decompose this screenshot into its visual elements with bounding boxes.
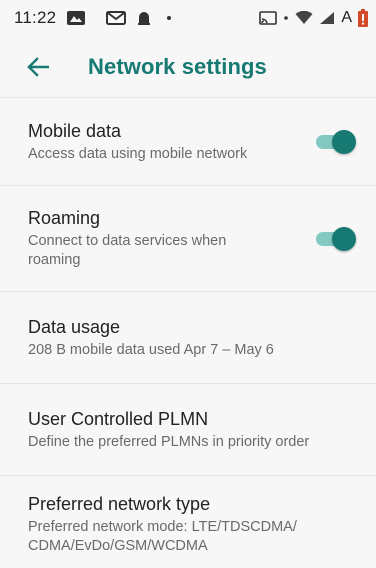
- cast-icon: [259, 11, 278, 25]
- setting-roaming[interactable]: Roaming Connect to data services when ro…: [0, 186, 376, 292]
- arrow-left-icon: [27, 56, 49, 77]
- app-bar: Network settings: [0, 36, 376, 98]
- setting-text: Mobile data Access data using mobile net…: [28, 120, 302, 164]
- gmail-icon: [106, 10, 127, 26]
- roaming-toggle[interactable]: [314, 226, 356, 252]
- setting-title: Data usage: [28, 316, 121, 337]
- back-button[interactable]: [18, 47, 58, 87]
- setting-summary: 208 B mobile data used Apr 7 – May 6: [28, 341, 274, 358]
- setting-text: Preferred network type Preferred network…: [28, 493, 338, 556]
- setting-user-controlled-plmn[interactable]: User Controlled PLMN Define the preferre…: [0, 384, 376, 476]
- status-bar: 11:22 A: [0, 0, 376, 36]
- setting-title: Preferred network type: [28, 493, 211, 514]
- status-left: 11:22: [14, 8, 172, 28]
- setting-title: Mobile data: [28, 120, 122, 141]
- setting-text: Roaming Connect to data services when ro…: [28, 207, 278, 270]
- status-time: 11:22: [14, 8, 57, 27]
- screen: 11:22 A Network settings Mobile data Acc…: [0, 0, 376, 568]
- battery-alert-icon: [358, 9, 368, 27]
- setting-text: User Controlled PLMN Define the preferre…: [28, 408, 356, 452]
- setting-summary: Define the preferred PLMNs in priority o…: [28, 433, 310, 450]
- dot-icon: [166, 15, 172, 21]
- setting-text: Data usage 208 B mobile data used Apr 7 …: [28, 316, 356, 360]
- setting-summary: Access data using mobile network: [28, 145, 248, 162]
- toggle-thumb: [332, 129, 356, 154]
- settings-list: Mobile data Access data using mobile net…: [0, 98, 376, 568]
- toggle-thumb: [332, 226, 356, 251]
- photos-icon: [66, 10, 86, 26]
- setting-preferred-network-type[interactable]: Preferred network type Preferred network…: [0, 476, 376, 568]
- signal-icon: [319, 11, 335, 25]
- notification-icon: [136, 10, 152, 26]
- data-arrows-icon: [283, 12, 289, 24]
- mobile-data-toggle[interactable]: [314, 129, 356, 155]
- setting-title: Roaming: [28, 208, 101, 228]
- page-title: Network settings: [88, 53, 267, 79]
- status-indicator-text: A: [341, 9, 352, 26]
- setting-summary: Preferred network mode: LTE/TDSCDMA/ CDM…: [28, 518, 297, 554]
- setting-title: User Controlled PLMN: [28, 408, 209, 429]
- status-right: A: [259, 9, 368, 27]
- setting-data-usage[interactable]: Data usage 208 B mobile data used Apr 7 …: [0, 292, 376, 384]
- setting-summary: Connect to data services when roaming: [28, 233, 227, 268]
- setting-mobile-data[interactable]: Mobile data Access data using mobile net…: [0, 98, 376, 186]
- wifi-icon: [295, 11, 313, 25]
